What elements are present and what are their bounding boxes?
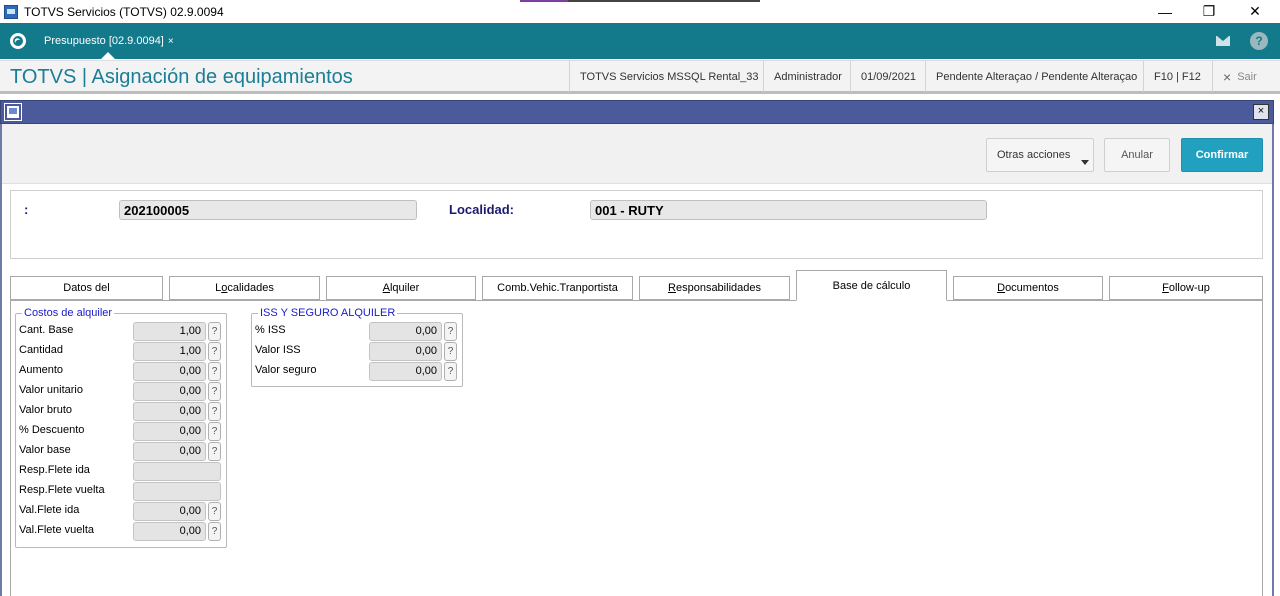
app-tab-close-icon[interactable]: × <box>168 36 174 47</box>
tab-label: lquiler <box>389 282 420 294</box>
field-label: Val.Flete ida <box>19 504 80 516</box>
date-label: 01/09/2021 <box>850 61 926 92</box>
tab-label: ollow-up <box>1168 282 1210 294</box>
tab-label: Datos del <box>63 282 110 294</box>
tab-alquiler[interactable]: Alquiler <box>326 276 476 300</box>
environment-label: TOTVS Servicios MSSQL Rental_33 <box>569 61 769 92</box>
status-label: Pendente Alteraçao / Pendente Alteraçao <box>925 61 1147 92</box>
field-help-button[interactable]: ? <box>444 322 457 341</box>
close-icon: × <box>1223 68 1232 85</box>
app-window-icon <box>4 4 18 19</box>
field-help-button[interactable]: ? <box>208 522 221 541</box>
value-field[interactable]: 0,00 <box>133 422 206 441</box>
number-field[interactable]: 202100005 <box>119 200 417 220</box>
tab-label-hotkey: R <box>668 282 676 294</box>
tab-comb-vehic-tranportista[interactable]: Comb.Vehic.Tranportista <box>482 276 633 300</box>
value-field[interactable]: 0,00 <box>133 402 206 421</box>
locality-field[interactable]: 001 - RUTY <box>590 200 987 220</box>
cancel-button[interactable]: Anular <box>1104 138 1170 172</box>
field-label: Valor unitario <box>19 384 83 396</box>
value-field[interactable]: 0,00 <box>369 322 442 341</box>
dialog-close-button[interactable]: × <box>1253 104 1269 120</box>
active-tab-indicator <box>101 52 115 59</box>
minimize-button[interactable]: — <box>1142 0 1188 23</box>
field-help-button[interactable]: ? <box>444 362 457 381</box>
field-help-button[interactable]: ? <box>208 342 221 361</box>
tab-label-hotkey: D <box>997 282 1006 294</box>
field-label: Resp.Flete vuelta <box>19 484 105 496</box>
totvs-logo-icon[interactable] <box>10 33 26 49</box>
tab-label-hotkey: F <box>1162 282 1169 294</box>
value-field[interactable]: 0,00 <box>133 442 206 461</box>
tab-label: esponsabilidades <box>675 282 761 294</box>
field-label: Valor seguro <box>255 364 317 376</box>
chevron-down-icon <box>1081 160 1089 165</box>
locality-label: Localidad: <box>449 202 515 217</box>
field-help-button[interactable]: ? <box>208 362 221 381</box>
value-field[interactable]: 0,00 <box>133 522 206 541</box>
window-title-bar: TOTVS Servicios (TOTVS) 02.9.0094 <box>0 0 1280 23</box>
restore-button[interactable]: ❐ <box>1186 0 1232 23</box>
help-icon[interactable]: ? <box>1250 32 1268 50</box>
dialog-window-icon <box>4 103 22 121</box>
field-help-button[interactable]: ? <box>208 502 221 521</box>
value-field[interactable]: 1,00 <box>133 342 206 361</box>
mail-icon[interactable] <box>1214 32 1232 50</box>
tab-responsabilidades[interactable]: Responsabilidades <box>639 276 790 300</box>
value-field[interactable] <box>133 482 221 501</box>
tab-localidades[interactable]: Lo calidades <box>169 276 320 300</box>
exit-label: Sair <box>1237 70 1257 83</box>
field-label: % ISS <box>255 324 286 336</box>
tab-datos-del[interactable]: Datos del <box>10 276 163 300</box>
value-field[interactable]: 0,00 <box>133 362 206 381</box>
app-tab-bar: Presupuesto [02.9.0094] × ? <box>0 23 1280 59</box>
taskbar-accent <box>520 0 760 2</box>
field-label: Aumento <box>19 364 64 376</box>
other-actions-button[interactable]: Otras acciones <box>986 138 1094 172</box>
dialog-title-bar: × <box>0 100 1274 124</box>
confirm-button[interactable]: Confirmar <box>1181 138 1263 172</box>
field-label: Val.Flete vuelta <box>19 524 95 536</box>
field-label: Valor bruto <box>19 404 72 416</box>
value-field[interactable]: 0,00 <box>369 342 442 361</box>
value-field[interactable]: 1,00 <box>133 322 206 341</box>
iss-group-title: ISS Y SEGURO ALQUILER <box>258 307 398 319</box>
tab-label: ocumentos <box>1005 282 1059 294</box>
user-label: Administrador <box>763 61 852 92</box>
tab-label: calidades <box>227 282 274 294</box>
field-label: Cantidad <box>19 344 64 356</box>
tab-base-de-calculo[interactable]: Base de cálculo <box>796 270 947 301</box>
close-window-button[interactable]: ✕ <box>1232 0 1278 23</box>
page-header: TOTVS | Asignación de equipamientos TOTV… <box>0 60 1280 94</box>
field-help-button[interactable]: ? <box>208 402 221 421</box>
value-field[interactable]: 0,00 <box>133 382 206 401</box>
field-label: Valor base <box>19 444 71 456</box>
field-label: Resp.Flete ida <box>19 464 90 476</box>
number-label: : <box>24 202 29 217</box>
field-help-button[interactable]: ? <box>208 422 221 441</box>
page-title: TOTVS | Asignación de equipamientos <box>10 66 353 88</box>
field-label: Valor ISS <box>255 344 301 356</box>
field-help-button[interactable]: ? <box>208 442 221 461</box>
field-help-button[interactable]: ? <box>208 322 221 341</box>
shortcuts-label: F10 | F12 <box>1143 61 1211 92</box>
value-field[interactable]: 0,00 <box>133 502 206 521</box>
tab-documentos[interactable]: Documentos <box>953 276 1103 300</box>
value-field[interactable] <box>133 462 221 481</box>
field-help-button[interactable]: ? <box>208 382 221 401</box>
exit-button[interactable]: × Sair <box>1212 61 1267 92</box>
other-actions-label: Otras acciones <box>997 149 1071 161</box>
costos-group-title: Costos de alquiler <box>22 307 115 319</box>
tab-follow-up[interactable]: Follow-up <box>1109 276 1263 300</box>
field-label: % Descuento <box>19 424 85 436</box>
field-label: Cant. Base <box>19 324 74 336</box>
tab-label: Base de cálculo <box>832 279 911 292</box>
value-field[interactable]: 0,00 <box>369 362 442 381</box>
tab-label-hotkey: A <box>382 282 390 294</box>
window-title: TOTVS Servicios (TOTVS) 02.9.0094 <box>24 4 224 19</box>
field-help-button[interactable]: ? <box>444 342 457 361</box>
tab-label: Comb.Vehic.Tranportista <box>497 282 618 294</box>
app-tab-label: Presupuesto [02.9.0094] <box>44 35 164 47</box>
